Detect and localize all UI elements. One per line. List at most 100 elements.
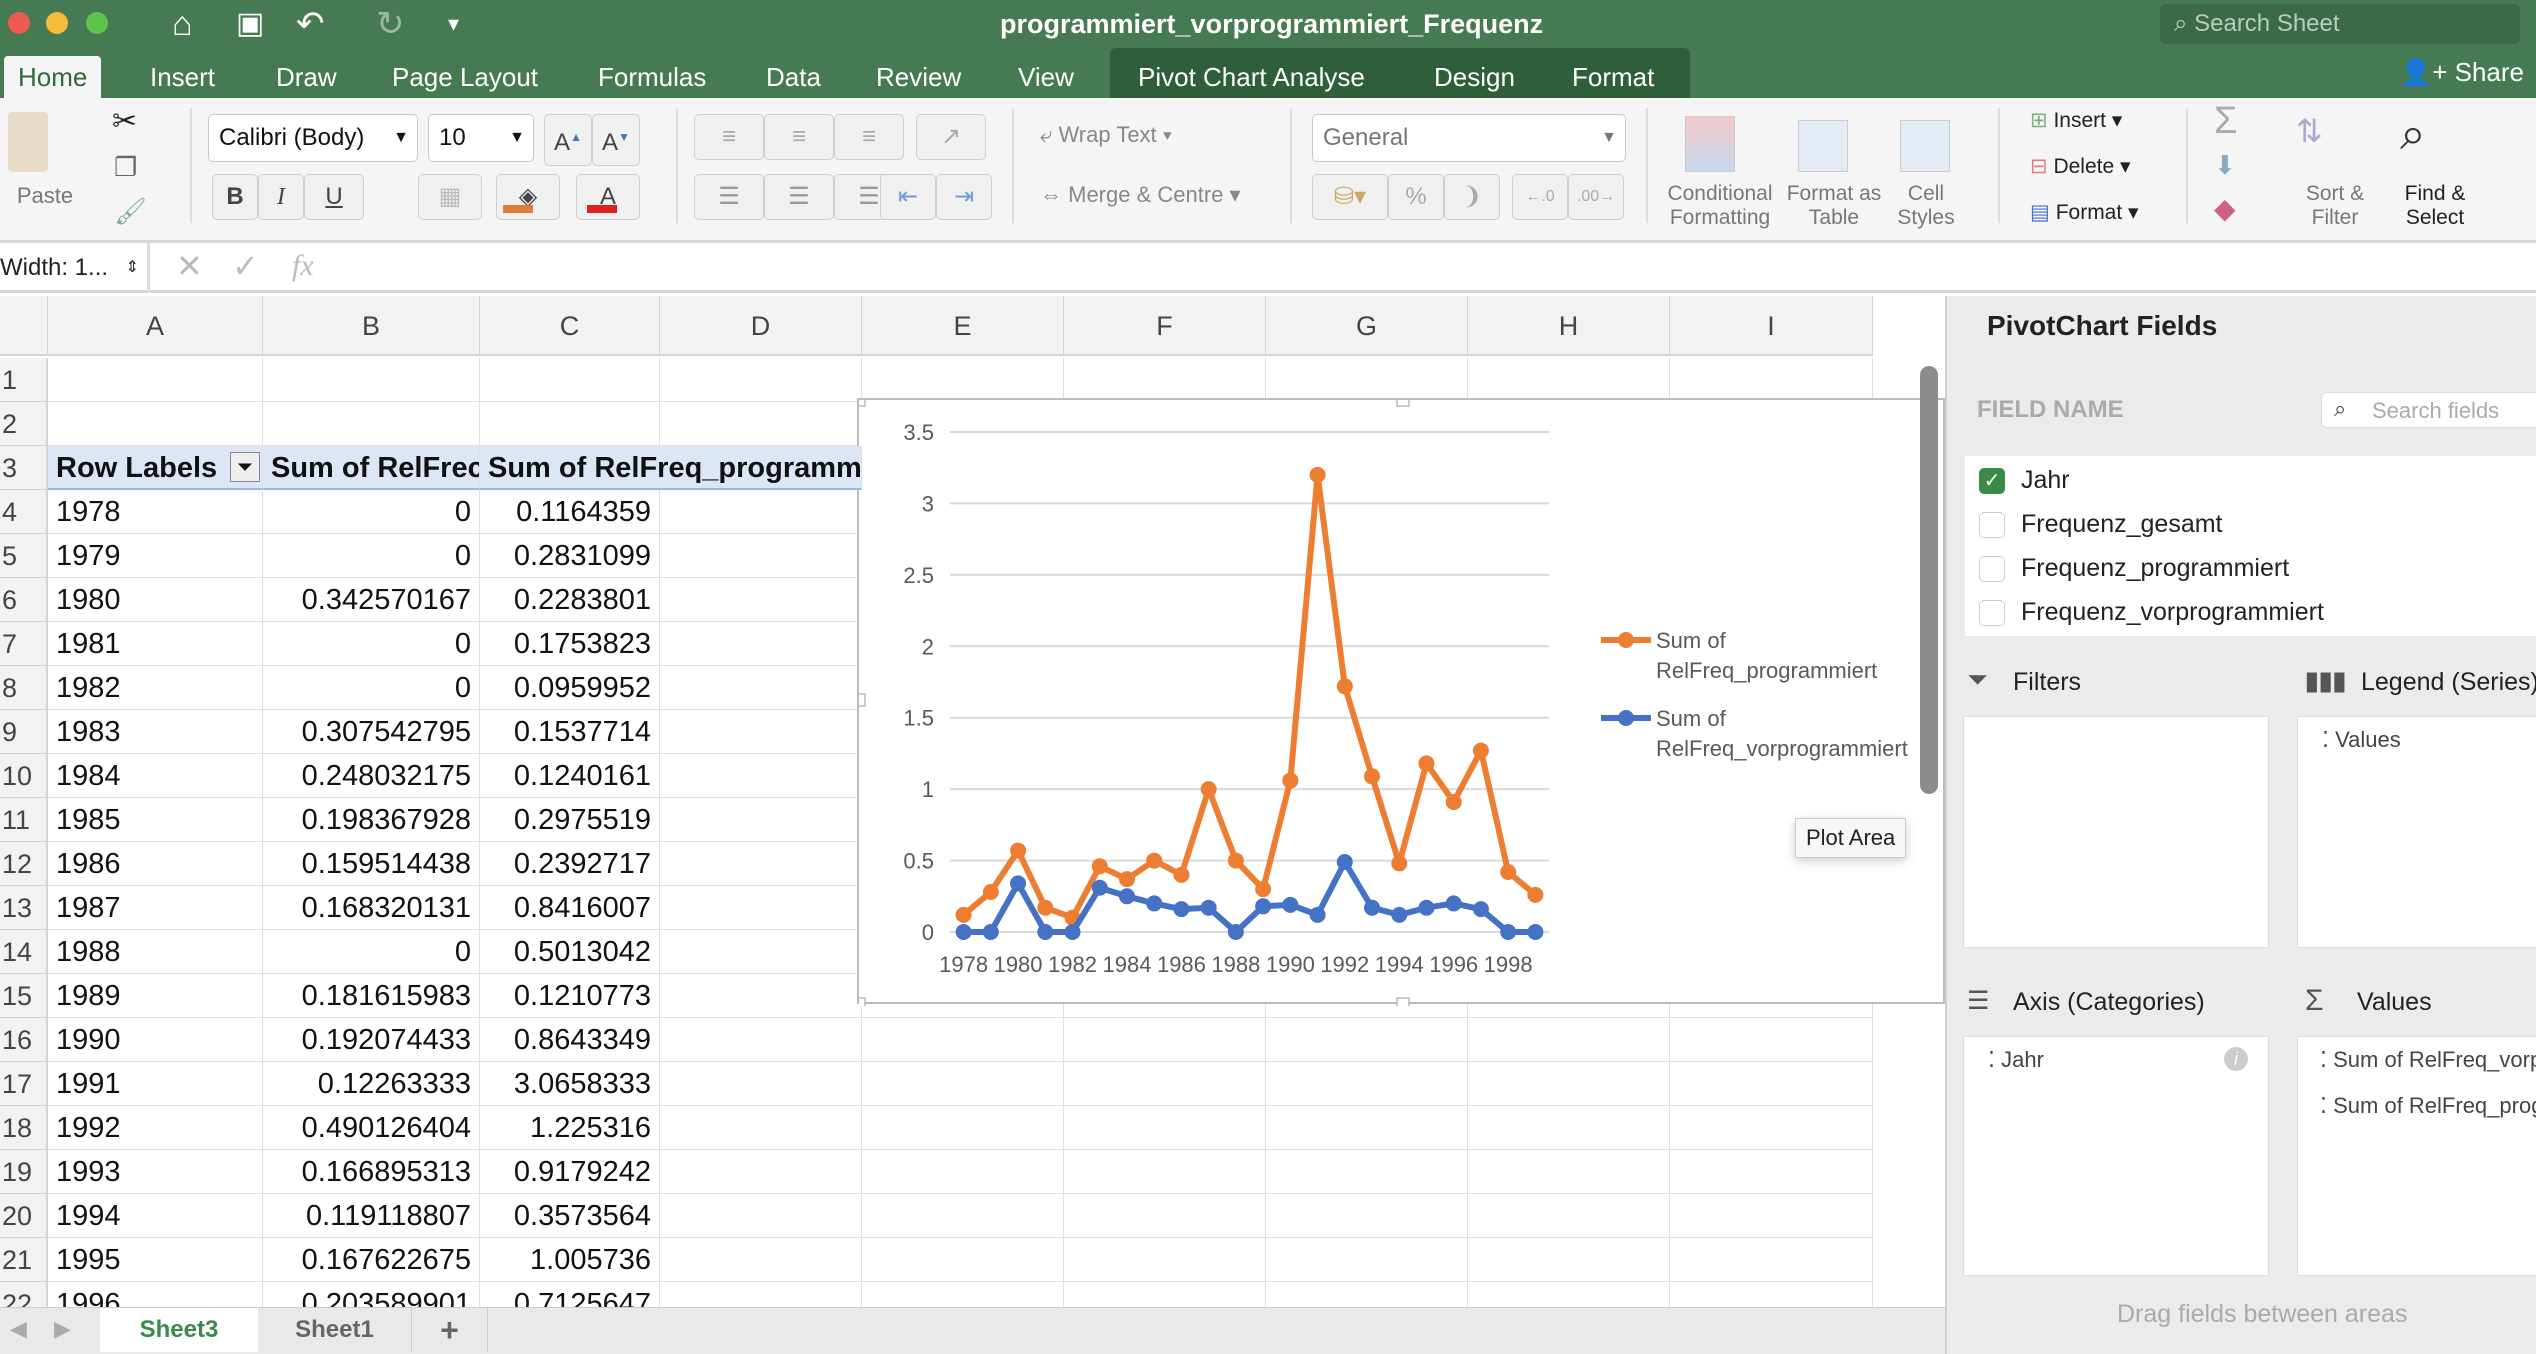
cell[interactable]: 0 (263, 490, 480, 534)
cell[interactable]: 0.119118807 (263, 1194, 480, 1238)
axis-drop-area[interactable]: ⁚ Jahr i (1963, 1036, 2269, 1276)
select-all-corner[interactable] (0, 296, 48, 356)
cell[interactable]: 1.225316 (480, 1106, 660, 1150)
wrap-text-button[interactable]: ⤶ Wrap Text ▾ (1040, 122, 1172, 148)
minimize-window-button[interactable] (46, 12, 68, 34)
cell[interactable] (1670, 1194, 1873, 1238)
column-header-d[interactable]: D (660, 296, 862, 356)
tab-insert[interactable]: Insert (136, 56, 229, 98)
field-frequenz-programmiert[interactable]: Frequenz_programmiert (2021, 554, 2289, 583)
cell-styles-icon[interactable] (1900, 120, 1950, 172)
checkbox-frequenz-gesamt[interactable] (1979, 512, 2005, 538)
cell[interactable]: 1993 (48, 1150, 263, 1194)
field-jahr[interactable]: Jahr (2021, 466, 2070, 495)
cell[interactable] (48, 402, 263, 446)
cell[interactable]: 0.167622675 (263, 1238, 480, 1282)
tab-draw[interactable]: Draw (262, 56, 351, 98)
delete-cells-button[interactable]: ⊟ Delete ▾ (2030, 154, 2131, 179)
cell[interactable]: 0.159514438 (263, 842, 480, 886)
tab-page-layout[interactable]: Page Layout (378, 56, 552, 98)
cell[interactable] (1468, 1194, 1670, 1238)
customize-toolbar-icon[interactable]: ▾ (448, 4, 459, 44)
clear-icon[interactable]: ◆ (2214, 192, 2236, 225)
increase-decimal-button[interactable]: ←.0 (1512, 174, 1568, 220)
cell[interactable] (660, 622, 862, 666)
decrease-font-size-button[interactable]: A▼ (592, 114, 640, 166)
cell[interactable] (660, 490, 862, 534)
cell[interactable] (660, 1282, 862, 1307)
cell[interactable] (1670, 358, 1873, 402)
pivot-header-cell[interactable]: Sum of RelFreq_programm (480, 446, 862, 490)
tab-format[interactable]: Format (1558, 56, 1668, 98)
cell[interactable] (1266, 1062, 1468, 1106)
values-item-vorprogrammiert[interactable]: ⁚ Sum of RelFreq_vorprogrammiert (2320, 1047, 2536, 1073)
borders-button[interactable]: ▦ (418, 174, 482, 220)
cell[interactable]: 0.181615983 (263, 974, 480, 1018)
column-header-i[interactable]: I (1670, 296, 1873, 356)
cell[interactable] (1670, 1150, 1873, 1194)
row-header[interactable]: 2 (0, 402, 48, 446)
cell[interactable]: 0.1164359 (480, 490, 660, 534)
cell[interactable] (1064, 358, 1266, 402)
paste-button[interactable]: Paste (10, 184, 80, 208)
filter-dropdown-icon[interactable]: ⏷ (230, 452, 260, 482)
cell[interactable]: 0.9179242 (480, 1150, 660, 1194)
column-header-g[interactable]: G (1266, 296, 1468, 356)
decrease-indent-button[interactable]: ⇤ (880, 174, 936, 220)
cell[interactable] (862, 1282, 1064, 1307)
cell[interactable]: 1985 (48, 798, 263, 842)
cell[interactable] (1064, 1106, 1266, 1150)
merge-centre-button[interactable]: ⇔ Merge & Centre ▾ (1040, 182, 1241, 208)
format-as-table-icon[interactable] (1798, 120, 1848, 172)
close-window-button[interactable] (8, 12, 30, 34)
cell[interactable]: 1991 (48, 1062, 263, 1106)
cell[interactable]: 0.166895313 (263, 1150, 480, 1194)
find-select-button[interactable]: Find & Select (2390, 182, 2480, 230)
comma-style-button[interactable]: ❩ (1444, 174, 1500, 220)
cell[interactable]: 0.1753823 (480, 622, 660, 666)
next-sheet-icon[interactable]: ▶ (54, 1316, 71, 1342)
cell[interactable]: 0 (263, 622, 480, 666)
cell[interactable] (1064, 1150, 1266, 1194)
cell[interactable] (660, 886, 862, 930)
row-header[interactable]: 20 (0, 1194, 48, 1238)
row-header[interactable]: 13 (0, 886, 48, 930)
cell[interactable] (862, 1194, 1064, 1238)
cell[interactable] (862, 1106, 1064, 1150)
cell[interactable] (1468, 1018, 1670, 1062)
row-header[interactable]: 18 (0, 1106, 48, 1150)
cell[interactable] (1064, 1062, 1266, 1106)
cell[interactable]: 0.8643349 (480, 1018, 660, 1062)
cell[interactable]: 0.198367928 (263, 798, 480, 842)
cell[interactable]: 0.2975519 (480, 798, 660, 842)
cell[interactable] (660, 930, 862, 974)
row-header[interactable]: 12 (0, 842, 48, 886)
cell[interactable]: 1981 (48, 622, 263, 666)
paste-icon[interactable] (8, 112, 48, 172)
undo-icon[interactable]: ↶ (296, 4, 325, 44)
cell[interactable] (1670, 1062, 1873, 1106)
cell[interactable]: 1.005736 (480, 1238, 660, 1282)
bold-button[interactable]: B (212, 174, 258, 220)
accounting-format-button[interactable]: ⛁▾ (1312, 174, 1388, 220)
insert-function-button[interactable]: fx (292, 249, 314, 283)
cell[interactable] (660, 666, 862, 710)
values-drop-area[interactable]: ⁚ Sum of RelFreq_vorprogrammiert ⁚ Sum o… (2297, 1036, 2536, 1276)
share-button[interactable]: 👤+ Share (2400, 52, 2524, 92)
cell[interactable]: 0 (263, 930, 480, 974)
cell[interactable]: 1995 (48, 1238, 263, 1282)
cell[interactable] (1064, 1282, 1266, 1307)
row-header[interactable]: 10 (0, 754, 48, 798)
row-header[interactable]: 22 (0, 1282, 48, 1307)
copy-icon[interactable]: ❐ (114, 152, 137, 183)
format-cells-button[interactable]: ▤ Format ▾ (2030, 200, 2139, 225)
fill-icon[interactable]: ⬇ (2214, 150, 2236, 181)
cell[interactable]: 1989 (48, 974, 263, 1018)
cell[interactable]: 1992 (48, 1106, 263, 1150)
cell[interactable]: 1978 (48, 490, 263, 534)
sheet-tab-sheet1[interactable]: Sheet1 (258, 1308, 412, 1352)
cell[interactable] (862, 1018, 1064, 1062)
cell[interactable] (1266, 1106, 1468, 1150)
cell[interactable]: 0.203589901 (263, 1282, 480, 1307)
font-color-button[interactable]: A (576, 174, 640, 220)
